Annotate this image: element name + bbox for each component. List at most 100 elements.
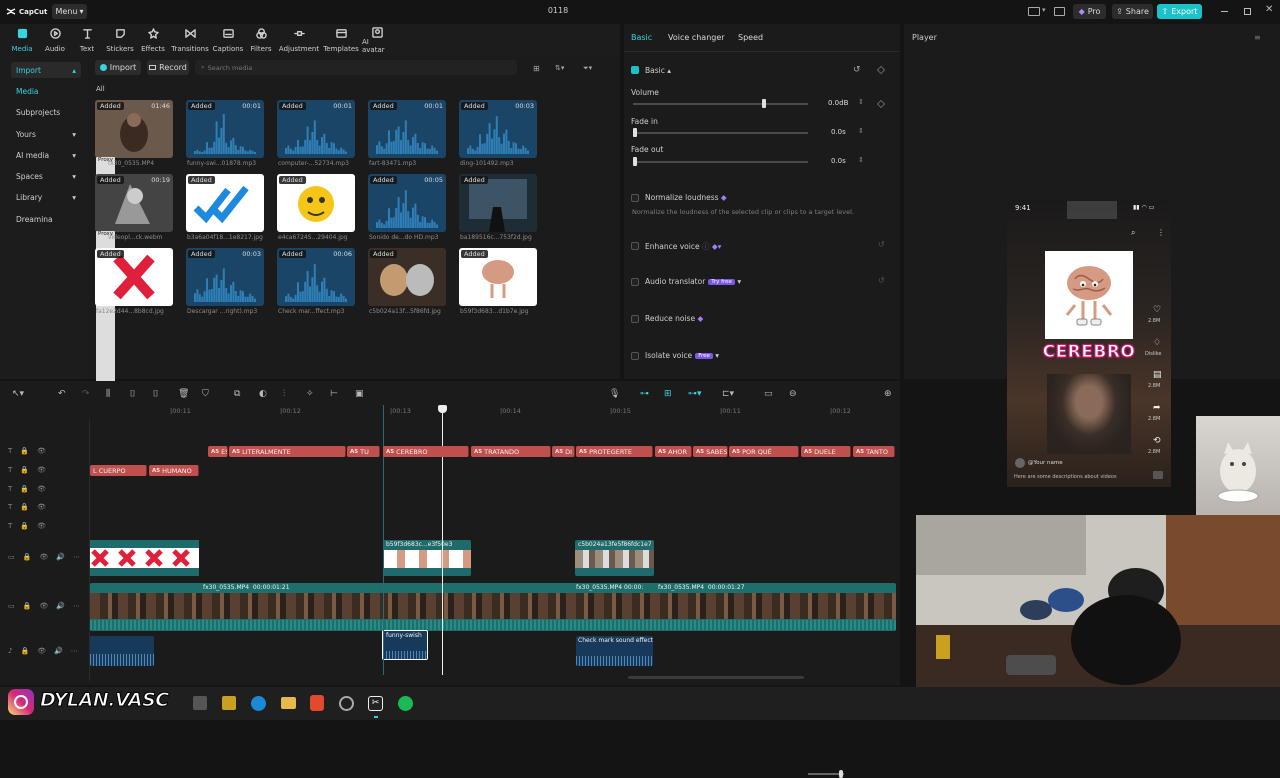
media-thumbnail[interactable]: Added 00:05 — [368, 174, 446, 232]
eye-icon[interactable]: 👁 — [37, 485, 46, 493]
store-icon[interactable] — [222, 696, 236, 710]
text-clip[interactable]: A5 DI — [552, 446, 575, 457]
sort-icon[interactable]: ⇅▾ — [555, 64, 564, 72]
text-clip[interactable]: A5ES — [208, 446, 228, 457]
stepper-icon[interactable]: ⇕ — [858, 156, 864, 164]
sidebar-item-subprojects[interactable]: Subprojects — [11, 104, 81, 120]
eye-icon[interactable]: 👁 — [37, 522, 46, 530]
minimize-icon[interactable] — [1221, 11, 1228, 12]
eye-icon[interactable]: 👁 — [37, 447, 46, 455]
media-thumbnail[interactable]: Added 00:03 — [186, 248, 264, 306]
filter-icon[interactable]: ⏷▾ — [583, 64, 592, 73]
text-clip[interactable]: A5 AHOR — [655, 446, 692, 457]
tool-text[interactable]: Text — [78, 27, 96, 53]
volume-slider[interactable] — [633, 99, 808, 108]
record-button[interactable]: Record — [147, 60, 189, 75]
import-button[interactable]: Import — [95, 60, 141, 75]
tool-ai-avatar[interactable]: AI avatar — [362, 27, 392, 54]
link-main-track-icon[interactable]: ⊶ — [640, 389, 651, 400]
enhance-checkbox[interactable] — [631, 242, 639, 250]
audio-clip[interactable]: Check mark sound effect — [576, 636, 653, 666]
delete-icon[interactable]: 🗑 — [178, 389, 189, 400]
reduce-noise-checkbox[interactable] — [631, 315, 639, 323]
preview-axis-icon[interactable]: ⊏▾ — [722, 389, 734, 400]
video-preview[interactable]: 9:41 ▮▮ ◠ ▭ ⌕ ⋮ CEREBRO ♡ 2.8M ♢ Dislike… — [1007, 199, 1171, 487]
spotify-icon[interactable] — [398, 696, 413, 711]
freeze-icon[interactable]: ⊢ — [330, 389, 341, 400]
tool-media[interactable]: Media — [10, 27, 34, 53]
fade-in-handle[interactable] — [633, 128, 637, 137]
audio-clip[interactable] — [90, 636, 154, 666]
eye-icon[interactable]: 👁 — [39, 602, 48, 610]
tab-basic[interactable]: Basic — [631, 33, 652, 42]
share-button[interactable]: ⇪ Share — [1112, 4, 1153, 19]
tool-effects[interactable]: Effects — [140, 27, 166, 53]
text-clip[interactable]: A5 SABES — [693, 446, 728, 457]
filter-all[interactable]: All — [96, 85, 105, 93]
text-clip[interactable]: A5 CEREBRO — [383, 446, 469, 457]
tool-adjustment[interactable]: Adjustment — [279, 27, 319, 53]
mute-icon[interactable]: 🔊 — [56, 602, 65, 610]
lock-icon[interactable]: 🔒 — [20, 485, 29, 493]
keyframe-icon[interactable] — [876, 65, 886, 75]
eye-icon[interactable]: 👁 — [39, 553, 48, 561]
undo-icon[interactable]: ↶ — [58, 389, 69, 400]
overlay-clip-cat[interactable]: c5b024a13fe5f86fdc1e7 — [575, 540, 654, 576]
media-thumbnail[interactable]: Added — [95, 248, 173, 306]
tab-speed[interactable]: Speed — [738, 33, 763, 42]
zoom-out-icon[interactable]: ⊖ — [789, 389, 800, 400]
lock-icon[interactable]: 🔒 — [20, 503, 29, 511]
mute-icon[interactable]: 🔊 — [54, 647, 63, 655]
sidebar-item-yours[interactable]: Yours ▾ — [11, 126, 81, 142]
layout-icon[interactable] — [1028, 7, 1040, 16]
snap-icon[interactable]: ⊞ — [664, 389, 675, 400]
reset-icon[interactable]: ↺ — [878, 240, 885, 249]
shortcuts-icon[interactable] — [1054, 7, 1065, 16]
tool-audio[interactable]: Audio — [44, 27, 66, 53]
translator-checkbox[interactable] — [631, 278, 639, 286]
zoom-slider[interactable] — [808, 770, 844, 778]
eye-icon[interactable]: 👁 — [37, 503, 46, 511]
sidebar-item-library[interactable]: Library ▾ — [11, 189, 81, 205]
select-cursor-icon[interactable]: ↖▾ — [12, 389, 24, 400]
more-icon[interactable]: ⋯ — [73, 553, 80, 561]
stepper-icon[interactable]: ⇕ — [858, 98, 864, 106]
mute-icon[interactable]: 🔊 — [56, 553, 65, 561]
lock-icon[interactable]: 🔒 — [20, 522, 29, 530]
media-thumbnail[interactable]: Added 01:46 — [95, 100, 173, 158]
overlay-clip-x[interactable] — [90, 540, 199, 576]
sidebar-item-import[interactable]: Import ▴ — [11, 62, 81, 78]
media-thumbnail[interactable]: Added — [186, 174, 264, 232]
edge-icon[interactable] — [251, 696, 266, 711]
linkage-icon[interactable]: ⊶▾ — [688, 389, 702, 400]
eye-icon[interactable]: 👁 — [37, 466, 46, 474]
media-thumbnail[interactable]: Added — [277, 174, 355, 232]
media-thumbnail[interactable]: Added — [459, 174, 537, 232]
tool-templates[interactable]: Templates — [323, 27, 359, 53]
sidebar-item-spaces[interactable]: Spaces ▾ — [11, 168, 81, 184]
keyframe-icon[interactable] — [876, 99, 886, 109]
zoom-in-icon[interactable]: ⊕ — [884, 389, 895, 400]
sidebar-item-media[interactable]: Media — [11, 83, 81, 99]
redo-icon[interactable]: ↷ — [82, 389, 93, 400]
mirror-icon[interactable]: ◐ — [259, 389, 270, 400]
media-thumbnail[interactable]: Added 00:01 — [186, 100, 264, 158]
lock-icon[interactable]: 🔒 — [23, 553, 32, 561]
timeline-ruler[interactable]: |00:11 |00:12 |00:13 |00:14 |00:15 |00:1… — [90, 405, 900, 419]
split-right-icon[interactable]: ⌷ — [153, 389, 164, 400]
folder-icon[interactable] — [281, 697, 296, 709]
app-icon[interactable] — [339, 696, 354, 711]
capcut-taskbar-icon[interactable]: ✂ — [368, 696, 383, 711]
basic-checkbox[interactable] — [631, 66, 639, 74]
normalize-checkbox[interactable] — [631, 194, 639, 202]
frame-icon[interactable]: ▣ — [355, 389, 366, 400]
lock-icon[interactable]: 🔒 — [20, 447, 29, 455]
text-clip[interactable]: A5 POR QUÉ — [729, 446, 799, 457]
reset-icon[interactable]: ↺ — [853, 65, 861, 75]
text-clip[interactable]: A5 TRATANDO — [471, 446, 551, 457]
maximize-icon[interactable] — [1244, 8, 1251, 15]
sidebar-item-ai-media[interactable]: AI media ▾ — [11, 147, 81, 163]
volume-value[interactable]: 0.0dB — [828, 99, 848, 107]
text-clip[interactable]: A5 DUELE — [801, 446, 851, 457]
tool-stickers[interactable]: Stickers — [106, 27, 134, 53]
